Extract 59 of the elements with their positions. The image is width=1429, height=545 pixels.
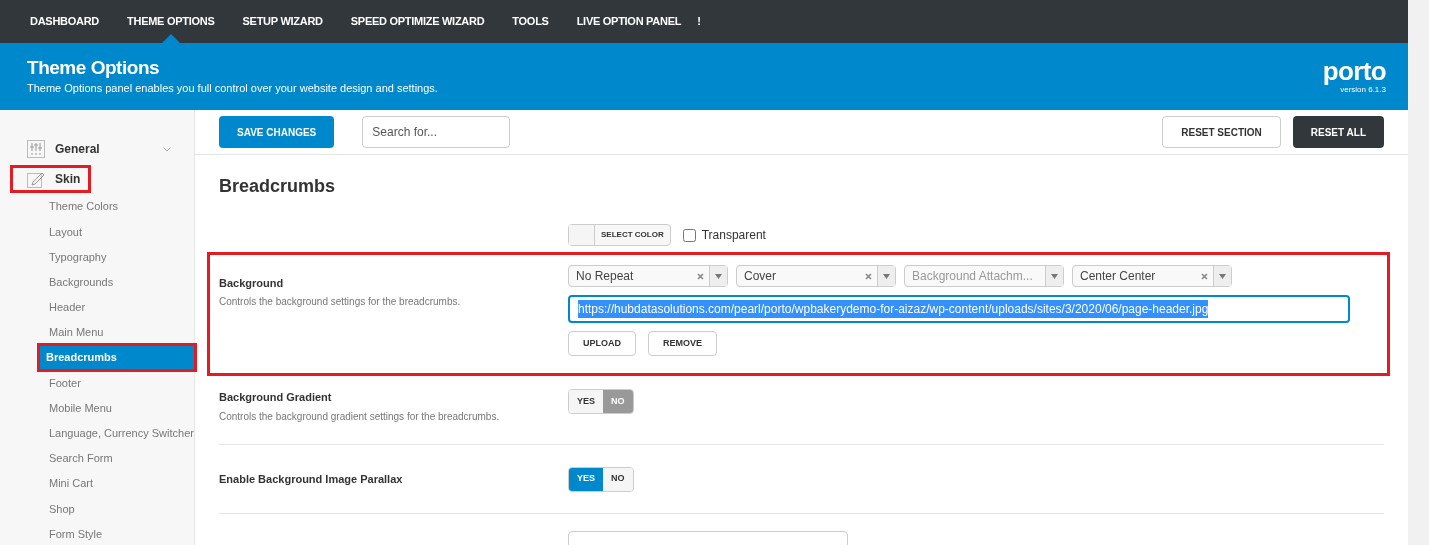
dropdown-arrow-icon (1219, 273, 1226, 279)
sidebar-item[interactable]: Header (40, 295, 86, 319)
sidebar-item[interactable]: Main Menu (40, 321, 104, 345)
sidebar-item[interactable]: Typography (40, 245, 107, 269)
setting-label: Background (219, 276, 285, 291)
nav-tab[interactable]: SPEED OPTIMIZE WIZARD (350, 0, 485, 43)
sliders-icon (27, 140, 45, 158)
dropdown-arrow-icon (715, 273, 722, 279)
sidebar-section[interactable]: Skin (10, 165, 92, 193)
reset-section-button[interactable]: RESET SECTION (1162, 116, 1281, 148)
sidebar-section[interactable]: General (10, 135, 182, 163)
setting-label: Background Gradient (219, 390, 333, 405)
section-title: Breadcrumbs (219, 175, 337, 198)
nav-tab[interactable]: LIVE OPTION PANEL ! (576, 0, 701, 43)
setting-description: Controls the background settings for the breadcrumbs. (219, 294, 462, 309)
transparent-checkbox[interactable] (682, 228, 696, 242)
transparent-label: Transparent (701, 227, 766, 244)
toggle-option[interactable]: NO (603, 390, 633, 413)
page-title: Theme Options (27, 56, 161, 81)
dropdown-arrow-icon (883, 273, 890, 279)
logo: porto (1322, 57, 1386, 84)
sidebar-item[interactable]: Search Form (40, 446, 113, 470)
sidebar-item[interactable]: Mobile Menu (40, 396, 112, 420)
toggle-option[interactable]: NO (603, 467, 633, 491)
sidebar-item[interactable]: Language, Currency Switcher (40, 421, 194, 445)
url-input-field[interactable]: https://hubdatasolutions.com/pearl/porto/wpbakerydemo-for-aizaz/wp-content/uploads/sites/3/2020/06/page-header.jpg (568, 295, 1350, 323)
toggle-option[interactable]: YES (569, 390, 603, 413)
select-color-button[interactable]: SELECT COLOR (568, 224, 671, 246)
sidebar-item[interactable]: Breadcrumbs (40, 346, 194, 370)
select-dropdown[interactable]: Cover (736, 265, 896, 287)
nav-tab[interactable]: SETUP WIZARD (242, 0, 323, 43)
sidebar-item[interactable]: Mini Cart (40, 472, 93, 496)
sidebar-item[interactable]: Shop (40, 497, 75, 521)
sidebar-item[interactable]: Theme Colors (40, 195, 119, 219)
toggle-option[interactable]: YES (569, 467, 603, 491)
sidebar-item[interactable]: Form Style (40, 522, 103, 545)
select-dropdown[interactable]: No Repeat (568, 265, 728, 287)
remove-button[interactable]: REMOVE (648, 331, 717, 356)
page-subtitle: Theme Options panel enables you full control over your website design and settings. (27, 81, 438, 97)
search-field[interactable]: Search for... (362, 116, 511, 148)
clear-icon[interactable] (865, 272, 872, 280)
clear-icon[interactable] (697, 272, 704, 280)
reset-all-button[interactable]: RESET ALL (1292, 116, 1384, 148)
clear-icon[interactable] (1201, 272, 1208, 280)
setting-label: Enable Background Image Parallax (219, 471, 404, 487)
sidebar-item[interactable]: Backgrounds (40, 270, 114, 294)
select-dropdown[interactable]: Center Center (1072, 265, 1232, 287)
pencil-icon (27, 170, 45, 188)
nav-tab[interactable]: DASHBOARD (30, 0, 100, 43)
setting-description: Controls the background gradient settings for the breadcrumbs. (219, 409, 501, 424)
save-changes-button[interactable]: SAVE CHANGES (219, 116, 335, 148)
sidebar-item[interactable]: Layout (40, 220, 83, 244)
upload-button[interactable]: UPLOAD (568, 331, 636, 356)
chevron-down-icon (163, 146, 171, 152)
select-dropdown[interactable]: Background Attachm... (904, 265, 1064, 287)
nav-tab[interactable]: TOOLS (512, 0, 549, 43)
sidebar-item[interactable]: Footer (40, 371, 81, 395)
dropdown-arrow-icon (1051, 273, 1058, 279)
version-label: version 6.1.3 (1340, 84, 1386, 96)
